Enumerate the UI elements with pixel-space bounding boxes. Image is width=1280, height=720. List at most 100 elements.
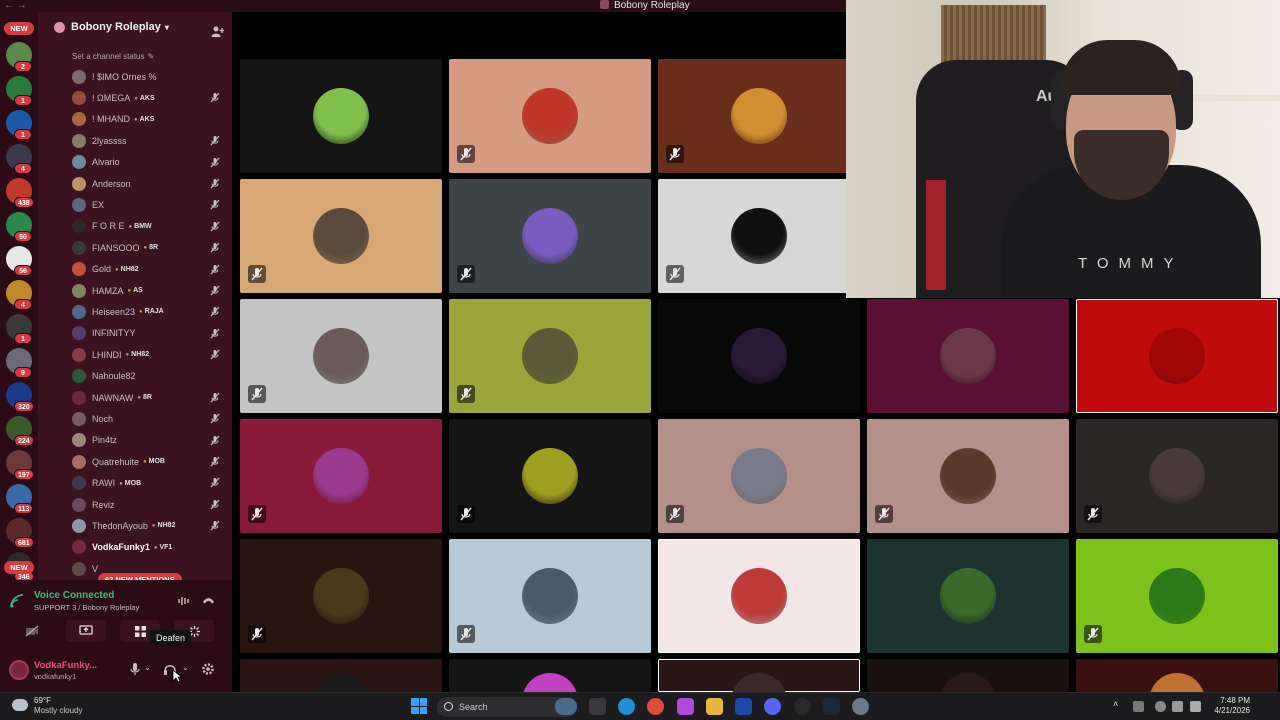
participant-tile[interactable] (867, 539, 1069, 653)
voice-member-row[interactable]: Nahoule82 (38, 365, 232, 386)
muted-mic-icon (210, 242, 220, 253)
tray-overflow-icon[interactable]: ˄ (1113, 699, 1124, 710)
muted-mic-icon (210, 221, 220, 232)
weather-temperature[interactable]: 69°F (34, 696, 51, 705)
mic-options-chevron-icon[interactable]: ⌄ (144, 663, 158, 677)
voice-member-row[interactable]: 2lyassss (38, 130, 232, 151)
participant-avatar (940, 568, 996, 624)
participant-tile[interactable] (449, 539, 651, 653)
participant-tile[interactable] (867, 419, 1069, 533)
voice-member-row[interactable]: Anderson (38, 173, 232, 194)
participant-tile[interactable] (1076, 299, 1278, 413)
edge-browser-icon[interactable] (618, 698, 635, 715)
signal-icon[interactable] (10, 594, 24, 608)
windows-taskbar: 69°F Mostly cloudy Search ˄ 7:48 PM 4/21… (0, 692, 1280, 720)
participant-tile[interactable] (449, 419, 651, 533)
participant-tile[interactable] (1076, 539, 1278, 653)
weather-cloud-icon[interactable] (12, 699, 28, 711)
voice-member-row[interactable]: VodkaFunky1 VF1 (38, 537, 232, 558)
store-icon[interactable] (735, 698, 752, 715)
copilot-icon[interactable] (677, 698, 694, 715)
participant-tile[interactable] (867, 299, 1069, 413)
voice-member-row[interactable]: ! ΩMEGAAKS (38, 87, 232, 108)
member-name: Quatrehuite (92, 456, 140, 467)
add-member-icon[interactable] (211, 26, 224, 37)
participant-tile[interactable] (240, 419, 442, 533)
voice-member-row[interactable]: ThedonAyoub NH82 (38, 515, 232, 536)
voice-member-row[interactable]: Noch (38, 408, 232, 429)
participant-tile[interactable] (658, 179, 860, 293)
voice-member-row[interactable]: Alvario (38, 152, 232, 173)
voice-member-row[interactable]: Pin4tz (38, 430, 232, 451)
participant-tile[interactable] (1076, 419, 1278, 533)
user-display-name[interactable]: VodkaFunky... (34, 660, 97, 671)
steam-icon[interactable] (823, 698, 840, 715)
participant-tile[interactable] (867, 659, 1069, 692)
participant-tile[interactable] (449, 179, 651, 293)
clock-time[interactable]: 7:48 PM (1206, 696, 1250, 705)
participant-tile[interactable] (658, 659, 860, 692)
participant-tile[interactable] (240, 59, 442, 173)
voice-member-row[interactable]: GoldNH82 (38, 259, 232, 280)
network-icon[interactable] (1133, 701, 1144, 712)
audio-options-chevron-icon[interactable]: ⌄ (182, 663, 196, 677)
screen-share-button[interactable] (66, 620, 106, 642)
noise-suppression-icon[interactable] (178, 596, 190, 606)
settings-gear-icon[interactable] (201, 662, 215, 676)
participant-avatar (940, 448, 996, 504)
muted-mic-icon (666, 505, 684, 523)
search-highlight-icon[interactable] (555, 698, 577, 715)
file-explorer-icon[interactable] (706, 698, 723, 715)
participant-tile[interactable] (449, 659, 651, 692)
user-avatar[interactable] (9, 660, 29, 680)
muted-mic-icon (1084, 505, 1102, 523)
voice-member-row[interactable]: EX (38, 194, 232, 215)
weather-condition[interactable]: Mostly cloudy (34, 706, 82, 715)
participant-tile[interactable] (240, 659, 442, 692)
obs-icon[interactable] (794, 698, 811, 715)
chrome-browser-icon[interactable] (647, 698, 664, 715)
volume-icon[interactable] (1190, 701, 1201, 712)
discord-icon[interactable] (764, 698, 781, 715)
participant-tile[interactable] (449, 299, 651, 413)
camera-toggle-button[interactable] (12, 620, 52, 642)
channel-status-link[interactable]: Set a channel status ✎ (72, 52, 154, 61)
participant-tile[interactable] (658, 299, 860, 413)
mic-tray-icon[interactable] (1155, 701, 1166, 712)
participant-tile[interactable] (658, 59, 860, 173)
participant-tile[interactable] (658, 419, 860, 533)
microphone-icon[interactable] (128, 662, 142, 676)
participant-tile[interactable] (240, 299, 442, 413)
participant-tile[interactable] (240, 179, 442, 293)
nav-arrows[interactable]: ← → (4, 0, 27, 12)
server-header[interactable]: Bobony Roleplay ▾ (38, 12, 232, 42)
participant-tile[interactable] (658, 539, 860, 653)
member-name: HAMZA (92, 285, 124, 296)
voice-member-row[interactable]: INFINITYY (38, 323, 232, 344)
user-handle: vodkafunky1 (34, 672, 77, 681)
participant-tile[interactable] (240, 539, 442, 653)
voice-member-row[interactable]: NAWNAW8R (38, 387, 232, 408)
new-servers-pill-top[interactable]: NEW (4, 22, 34, 35)
task-view-icon[interactable] (589, 698, 606, 715)
voice-member-row[interactable]: RAWIMOB (38, 472, 232, 493)
voice-member-row[interactable]: Reviz (38, 494, 232, 515)
voice-channel-path[interactable]: SUPPORT 3 / Bobony Roleplay (34, 603, 139, 612)
windows-start-icon[interactable] (411, 698, 427, 714)
voice-member-row[interactable]: Heiseen23RAJA (38, 301, 232, 322)
clock-date[interactable]: 4/21/2026 (1206, 706, 1250, 715)
voice-member-row[interactable]: FIANSOOO 8R (38, 237, 232, 258)
participant-tile[interactable] (1076, 659, 1278, 692)
voice-member-row[interactable]: ! $IMO Ornes % (38, 66, 232, 87)
participant-tile[interactable] (449, 59, 651, 173)
voice-member-row[interactable]: LHINDI NH82 (38, 344, 232, 365)
voice-member-row[interactable]: QuatrehuiteMOB (38, 451, 232, 472)
wifi-icon[interactable] (1172, 701, 1183, 712)
voice-member-row[interactable]: F O R E BMW (38, 216, 232, 237)
server-mention-badge: 56 (14, 265, 32, 276)
new-servers-pill-bottom[interactable]: NEW (4, 561, 34, 574)
settings-app-icon[interactable] (852, 698, 869, 715)
voice-member-row[interactable]: ! MHAND AKS (38, 109, 232, 130)
voice-member-row[interactable]: HAMZA AS (38, 280, 232, 301)
disconnect-icon[interactable] (202, 596, 215, 606)
